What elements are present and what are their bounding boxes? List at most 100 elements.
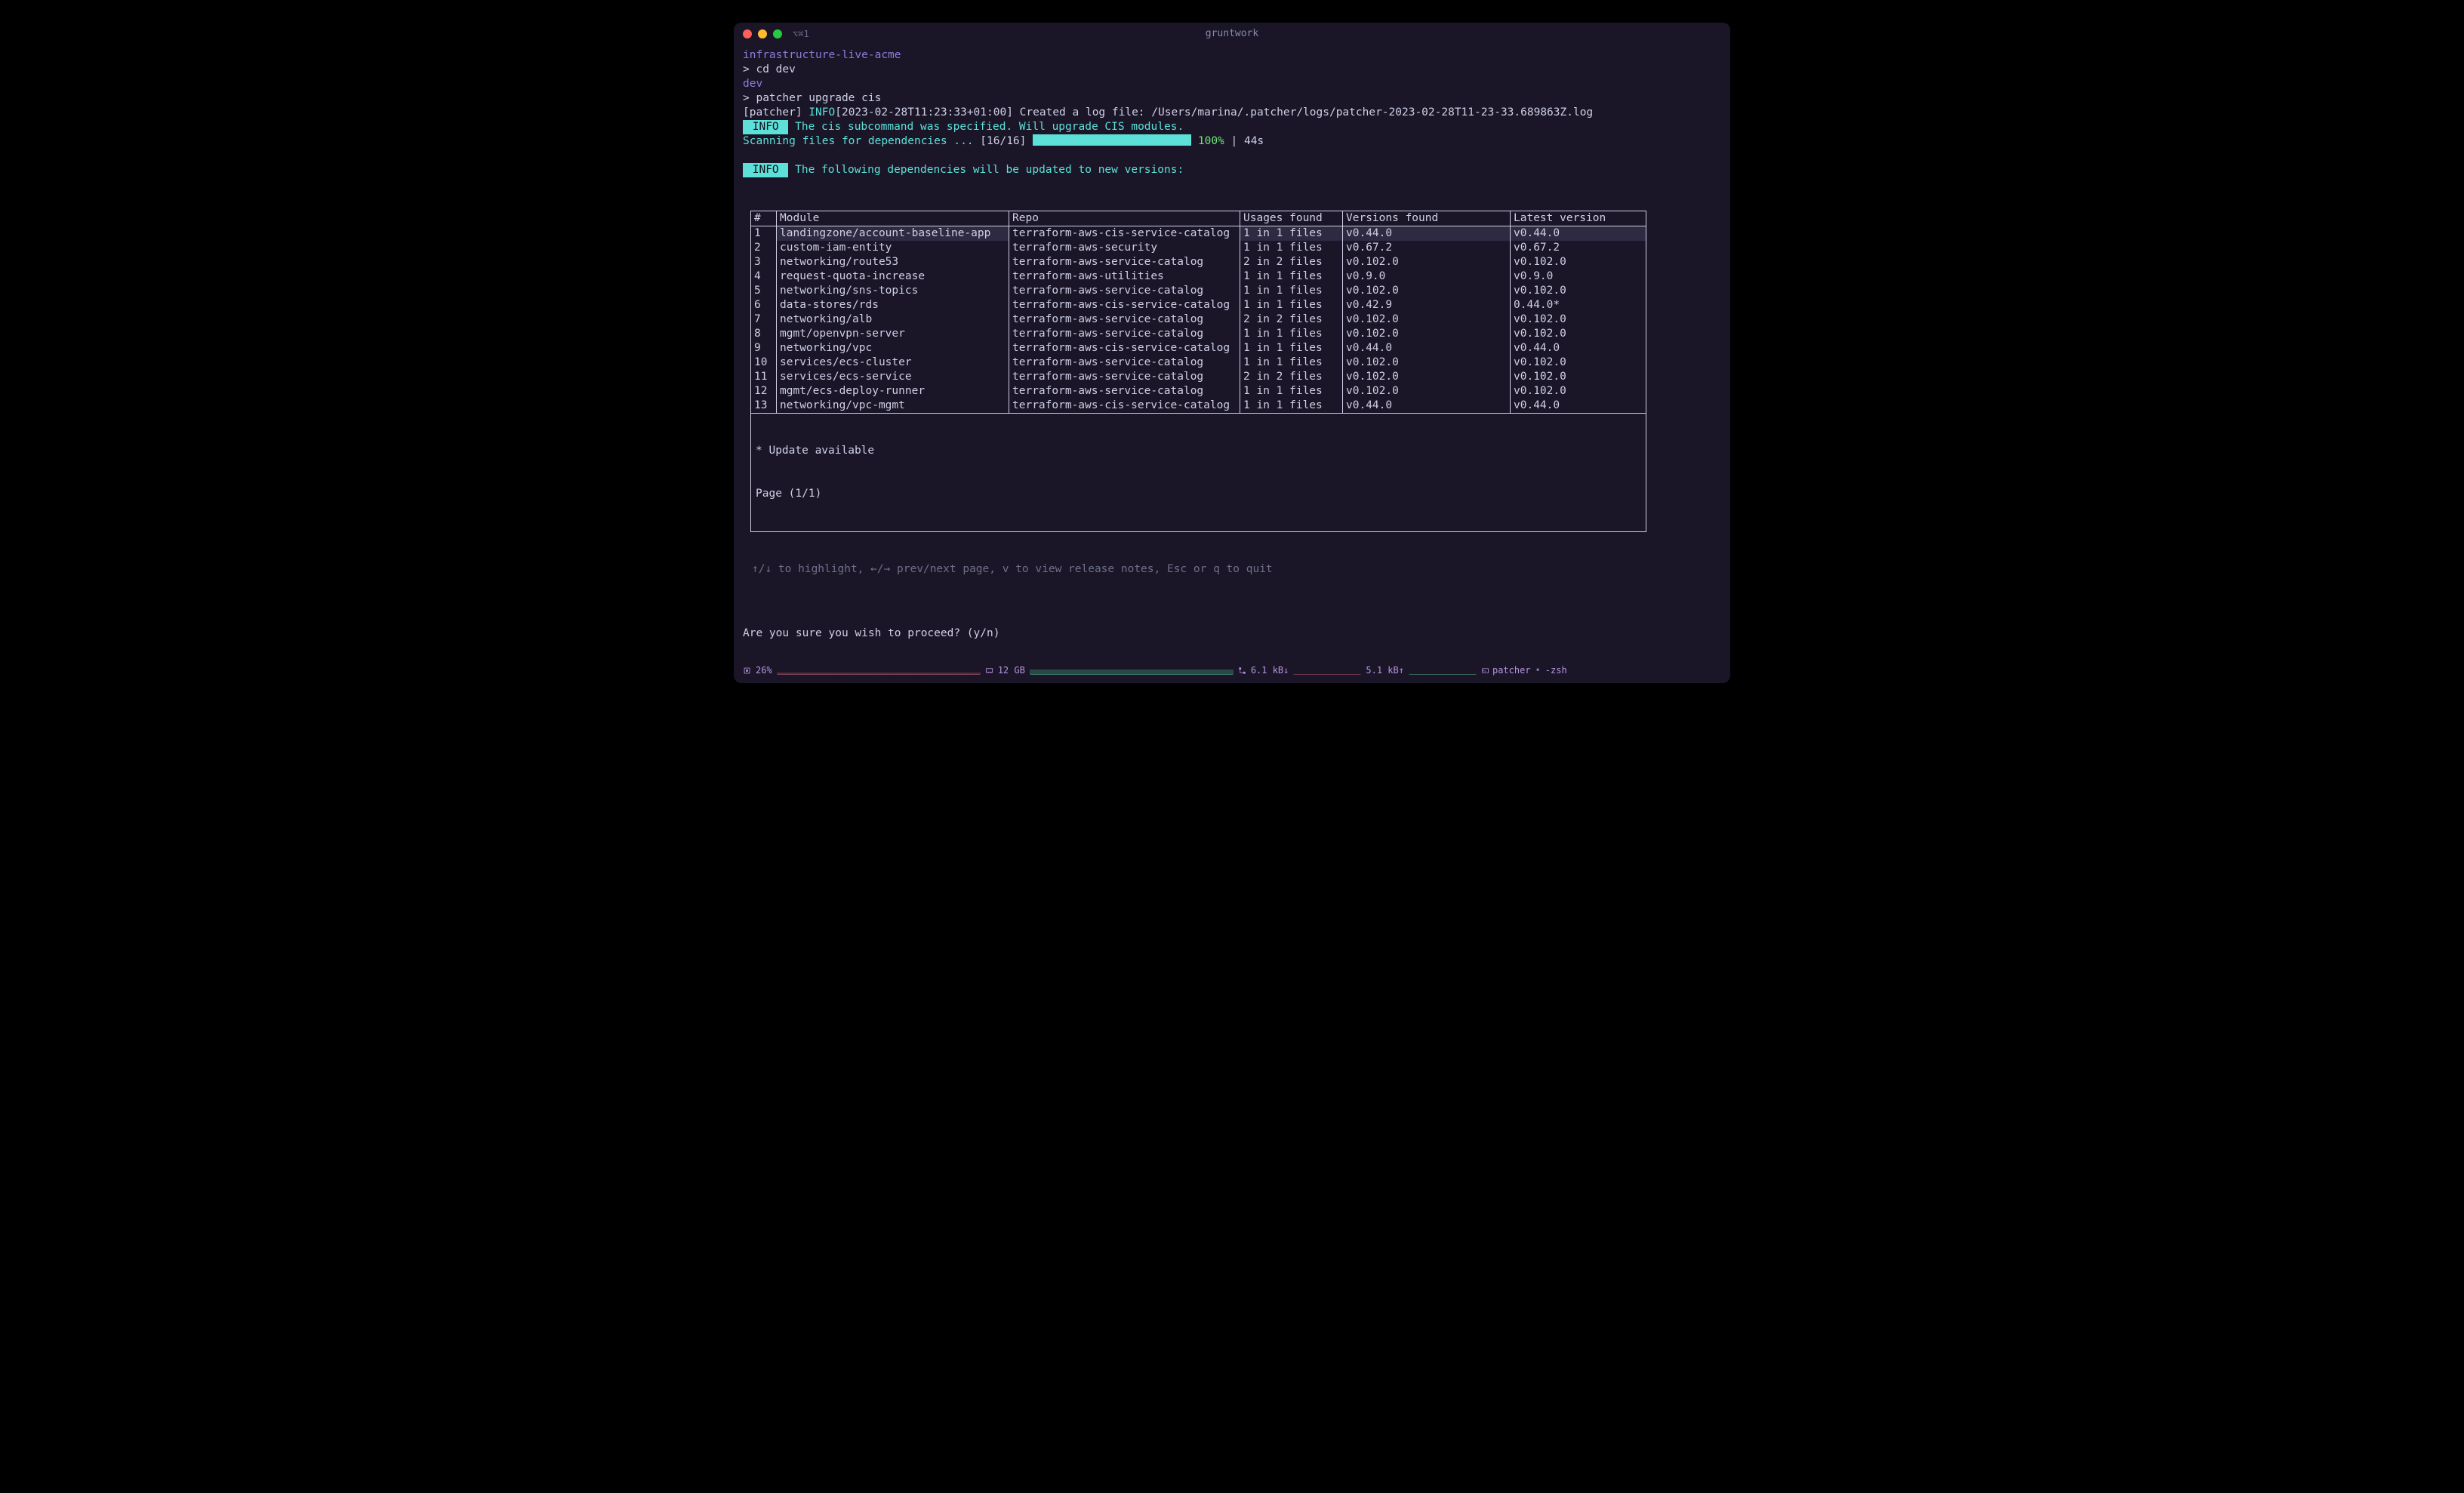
cell-versions: v0.44.0 <box>1343 399 1511 414</box>
cpu-icon <box>743 666 751 675</box>
table-row[interactable]: 13networking/vpc-mgmtterraform-aws-cis-s… <box>751 399 1646 414</box>
memory-sparkline <box>1030 666 1234 675</box>
cell-repo: terraform-aws-service-catalog <box>1009 284 1240 298</box>
net-up-segment: 5.1 kB↑ <box>1366 664 1477 677</box>
dependency-table: # Module Repo Usages found Versions foun… <box>750 211 1646 532</box>
net-down-value: 6.1 kB↓ <box>1251 664 1289 677</box>
cell-module: custom-iam-entity <box>777 241 1009 255</box>
table-row[interactable]: 7networking/albterraform-aws-service-cat… <box>751 312 1646 327</box>
cell-versions: v0.44.0 <box>1343 341 1511 356</box>
cell-module: networking/vpc-mgmt <box>777 399 1009 414</box>
cell-versions: v0.42.9 <box>1343 298 1511 312</box>
col-header-module: Module <box>777 211 1009 226</box>
cell-usages: 1 in 1 files <box>1240 327 1343 341</box>
separator-dot: • <box>1535 664 1541 677</box>
table-row[interactable]: 3networking/route53terraform-aws-service… <box>751 255 1646 269</box>
table-row[interactable]: 6data-stores/rdsterraform-aws-cis-servic… <box>751 298 1646 312</box>
command-cd: cd dev <box>756 63 795 75</box>
cell-index: 6 <box>751 298 777 312</box>
net-down-sparkline <box>1293 666 1361 675</box>
minimize-icon[interactable] <box>758 29 767 38</box>
net-down-segment: 6.1 kB↓ <box>1238 664 1362 677</box>
cell-latest: v0.102.0 <box>1511 370 1646 384</box>
cell-latest: v0.44.0 <box>1511 399 1646 414</box>
cell-latest: v0.102.0 <box>1511 312 1646 327</box>
cell-module: services/ecs-cluster <box>777 356 1009 370</box>
dependency-table-wrap: # Module Repo Usages found Versions foun… <box>750 196 1721 546</box>
cell-latest: v0.67.2 <box>1511 241 1646 255</box>
cell-latest: v0.44.0 <box>1511 226 1646 242</box>
cell-usages: 2 in 2 files <box>1240 312 1343 327</box>
cell-latest: 0.44.0* <box>1511 298 1646 312</box>
table-row[interactable]: 1landingzone/account-baseline-appterrafo… <box>751 226 1646 242</box>
info-text: The cis subcommand was specified. Will u… <box>788 121 1184 133</box>
cell-usages: 1 in 1 files <box>1240 298 1343 312</box>
table-row[interactable]: 10services/ecs-clusterterraform-aws-serv… <box>751 356 1646 370</box>
prompt-prefix: > <box>743 92 756 104</box>
net-up-sparkline <box>1409 666 1477 675</box>
cell-versions: v0.102.0 <box>1343 327 1511 341</box>
cell-versions: v0.44.0 <box>1343 226 1511 242</box>
prompt-prefix: > <box>743 63 756 75</box>
confirm-prompt[interactable]: Are you sure you wish to proceed? (y/n) <box>743 626 1721 641</box>
cell-usages: 1 in 1 files <box>1240 341 1343 356</box>
cell-repo: terraform-aws-cis-service-catalog <box>1009 399 1240 414</box>
log-prefix: [patcher] <box>743 106 808 119</box>
close-icon[interactable] <box>743 29 752 38</box>
cell-usages: 1 in 1 files <box>1240 241 1343 255</box>
cell-module: mgmt/openvpn-server <box>777 327 1009 341</box>
tab-shortcut-hint: ⌥⌘1 <box>793 28 809 41</box>
table-row[interactable]: 4request-quota-increaseterraform-aws-uti… <box>751 269 1646 284</box>
col-header-index: # <box>751 211 777 226</box>
table-header-row: # Module Repo Usages found Versions foun… <box>751 211 1646 226</box>
cell-repo: terraform-aws-service-catalog <box>1009 255 1240 269</box>
table-row[interactable]: 9networking/vpcterraform-aws-cis-service… <box>751 341 1646 356</box>
cell-module: data-stores/rds <box>777 298 1009 312</box>
cell-repo: terraform-aws-service-catalog <box>1009 384 1240 399</box>
cwd-line: dev <box>743 78 762 90</box>
cell-versions: v0.102.0 <box>1343 255 1511 269</box>
table-row[interactable]: 11services/ecs-serviceterraform-aws-serv… <box>751 370 1646 384</box>
terminal-window: ⌥⌘1 gruntwork infrastructure-live-acme >… <box>734 23 1730 683</box>
cpu-value: 26% <box>756 664 772 677</box>
cell-latest: v0.102.0 <box>1511 356 1646 370</box>
table-row[interactable]: 2custom-iam-entityterraform-aws-security… <box>751 241 1646 255</box>
cell-index: 5 <box>751 284 777 298</box>
cell-versions: v0.67.2 <box>1343 241 1511 255</box>
cell-usages: 1 in 1 files <box>1240 226 1343 242</box>
cell-latest: v0.102.0 <box>1511 284 1646 298</box>
cell-index: 13 <box>751 399 777 414</box>
shell-name: -zsh <box>1545 664 1567 677</box>
col-header-repo: Repo <box>1009 211 1240 226</box>
update-available-note: * Update available <box>756 444 1641 458</box>
cell-versions: v0.102.0 <box>1343 356 1511 370</box>
cell-usages: 2 in 2 files <box>1240 255 1343 269</box>
cell-index: 7 <box>751 312 777 327</box>
scan-time: | 44s <box>1224 135 1264 147</box>
table-row[interactable]: 8mgmt/openvpn-serverterraform-aws-servic… <box>751 327 1646 341</box>
cell-module: landingzone/account-baseline-app <box>777 226 1009 242</box>
cell-index: 10 <box>751 356 777 370</box>
memory-value: 12 GB <box>998 664 1025 677</box>
cell-index: 3 <box>751 255 777 269</box>
table-row[interactable]: 12mgmt/ecs-deploy-runnerterraform-aws-se… <box>751 384 1646 399</box>
memory-icon <box>985 666 993 675</box>
log-timestamp: [2023-02-28T11:23:33+01:00] <box>835 106 1013 119</box>
col-header-versions: Versions found <box>1343 211 1511 226</box>
col-header-latest: Latest version <box>1511 211 1646 226</box>
cell-module: services/ecs-service <box>777 370 1009 384</box>
cell-repo: terraform-aws-service-catalog <box>1009 327 1240 341</box>
cell-module: networking/sns-topics <box>777 284 1009 298</box>
cell-versions: v0.9.0 <box>1343 269 1511 284</box>
cell-module: networking/route53 <box>777 255 1009 269</box>
cell-latest: v0.9.0 <box>1511 269 1646 284</box>
zoom-icon[interactable] <box>773 29 782 38</box>
cell-usages: 1 in 1 files <box>1240 269 1343 284</box>
cell-index: 11 <box>751 370 777 384</box>
cell-usages: 2 in 2 files <box>1240 370 1343 384</box>
table-row[interactable]: 5networking/sns-topicsterraform-aws-serv… <box>751 284 1646 298</box>
cell-module: networking/vpc <box>777 341 1009 356</box>
info-badge: INFO <box>743 163 788 177</box>
progress-bar <box>1033 134 1191 146</box>
terminal-body[interactable]: infrastructure-live-acme > cd dev dev > … <box>734 45 1730 661</box>
